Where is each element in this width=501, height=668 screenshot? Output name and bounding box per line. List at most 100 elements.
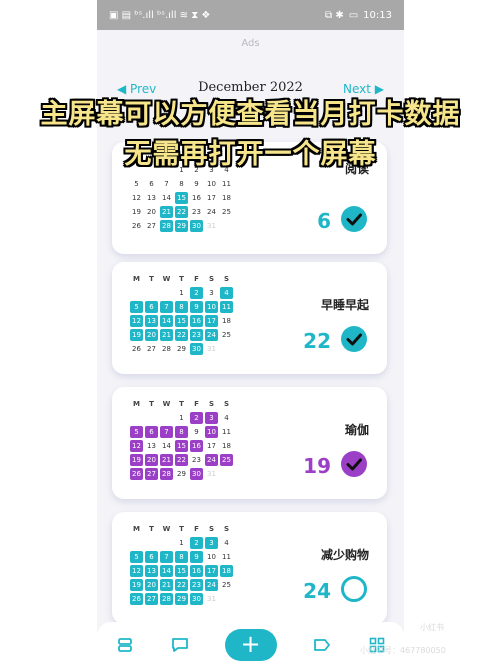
day-cell[interactable]: 24 [205, 579, 218, 591]
day-cell[interactable]: 25 [220, 454, 233, 466]
day-cell[interactable]: 14 [160, 315, 173, 327]
day-cell[interactable] [220, 343, 233, 355]
day-cell[interactable]: 6 [145, 551, 158, 563]
day-cell[interactable]: 19 [130, 579, 143, 591]
day-cell[interactable] [160, 412, 173, 424]
day-cell[interactable]: 20 [145, 206, 158, 218]
day-cell[interactable]: 23 [190, 329, 203, 341]
day-cell[interactable]: 18 [220, 192, 233, 204]
day-cell[interactable]: 7 [160, 178, 173, 190]
day-cell[interactable]: 28 [160, 220, 173, 232]
check-done-icon[interactable] [341, 451, 367, 477]
day-cell[interactable]: 31 [205, 343, 218, 355]
day-cell[interactable]: 2 [190, 287, 203, 299]
day-cell[interactable]: 10 [205, 301, 218, 313]
day-cell[interactable]: 15 [175, 565, 188, 577]
day-cell[interactable]: 12 [130, 565, 143, 577]
day-cell[interactable]: 21 [160, 329, 173, 341]
day-cell[interactable]: 8 [175, 178, 188, 190]
habits-list-icon[interactable] [115, 635, 135, 655]
day-cell[interactable] [220, 593, 233, 605]
day-cell[interactable]: 2 [190, 537, 203, 549]
day-cell[interactable]: 11 [220, 551, 233, 563]
day-cell[interactable]: 8 [175, 426, 188, 438]
day-cell[interactable]: 18 [220, 440, 233, 452]
day-cell[interactable]: 29 [175, 220, 188, 232]
day-cell[interactable]: 17 [205, 440, 218, 452]
day-cell[interactable] [160, 287, 173, 299]
day-cell[interactable]: 9 [190, 551, 203, 563]
day-cell[interactable]: 10 [205, 551, 218, 563]
day-cell[interactable] [220, 468, 233, 480]
day-cell[interactable]: 18 [220, 565, 233, 577]
habit-card[interactable]: M T W T F S S 1 2 3 4 5 6 7 8 9 10 11 12 13 14 15 16 17 18 19 20 21… [112, 512, 387, 624]
day-cell[interactable]: 28 [160, 343, 173, 355]
check-done-icon[interactable] [341, 206, 367, 232]
day-cell[interactable]: 4 [220, 412, 233, 424]
day-cell[interactable]: 23 [190, 206, 203, 218]
day-cell[interactable]: 14 [160, 565, 173, 577]
day-cell[interactable]: 2 [190, 412, 203, 424]
day-cell[interactable]: 19 [130, 206, 143, 218]
day-cell[interactable]: 24 [205, 206, 218, 218]
day-cell[interactable]: 16 [190, 565, 203, 577]
day-cell[interactable]: 11 [220, 178, 233, 190]
day-cell[interactable] [145, 537, 158, 549]
day-cell[interactable] [145, 287, 158, 299]
day-cell[interactable]: 19 [130, 329, 143, 341]
day-cell[interactable]: 26 [130, 468, 143, 480]
day-cell[interactable]: 5 [130, 426, 143, 438]
day-cell[interactable]: 23 [190, 579, 203, 591]
check-empty-icon[interactable] [341, 576, 367, 602]
day-cell[interactable]: 26 [130, 220, 143, 232]
day-cell[interactable]: 1 [175, 287, 188, 299]
day-cell[interactable]: 22 [175, 206, 188, 218]
day-cell[interactable]: 28 [160, 593, 173, 605]
day-cell[interactable]: 10 [205, 426, 218, 438]
day-cell[interactable]: 11 [220, 426, 233, 438]
notes-icon[interactable] [170, 635, 190, 655]
day-cell[interactable]: 27 [145, 343, 158, 355]
day-cell[interactable]: 17 [205, 315, 218, 327]
day-cell[interactable]: 20 [145, 579, 158, 591]
day-cell[interactable]: 12 [130, 440, 143, 452]
day-cell[interactable]: 10 [205, 178, 218, 190]
day-cell[interactable]: 17 [205, 565, 218, 577]
habit-card[interactable]: M T W T F S S 1 2 3 4 5 6 7 8 9 10 11 12 13 14 15 16 17 18 19 20 21… [112, 262, 387, 374]
day-cell[interactable] [130, 537, 143, 549]
day-cell[interactable]: 31 [205, 468, 218, 480]
day-cell[interactable]: 22 [175, 329, 188, 341]
day-cell[interactable]: 13 [145, 315, 158, 327]
day-cell[interactable]: 1 [175, 537, 188, 549]
check-done-icon[interactable] [341, 326, 367, 352]
day-cell[interactable]: 31 [205, 593, 218, 605]
day-cell[interactable] [160, 537, 173, 549]
day-cell[interactable]: 8 [175, 301, 188, 313]
day-cell[interactable]: 25 [220, 206, 233, 218]
day-cell[interactable]: 5 [130, 551, 143, 563]
day-cell[interactable]: 29 [175, 468, 188, 480]
day-cell[interactable]: 30 [190, 220, 203, 232]
day-cell[interactable]: 21 [160, 454, 173, 466]
day-cell[interactable]: 24 [205, 329, 218, 341]
day-cell[interactable]: 7 [160, 551, 173, 563]
day-cell[interactable]: 29 [175, 343, 188, 355]
day-cell[interactable]: 14 [160, 192, 173, 204]
day-cell[interactable]: 19 [130, 454, 143, 466]
day-cell[interactable]: 16 [190, 440, 203, 452]
day-cell[interactable]: 13 [145, 192, 158, 204]
day-cell[interactable]: 31 [205, 220, 218, 232]
day-cell[interactable]: 1 [175, 412, 188, 424]
day-cell[interactable]: 29 [175, 593, 188, 605]
day-cell[interactable]: 26 [130, 343, 143, 355]
day-cell[interactable]: 28 [160, 468, 173, 480]
day-cell[interactable]: 5 [130, 301, 143, 313]
day-cell[interactable]: 7 [160, 301, 173, 313]
day-cell[interactable]: 25 [220, 579, 233, 591]
day-cell[interactable]: 6 [145, 301, 158, 313]
day-cell[interactable]: 22 [175, 454, 188, 466]
day-cell[interactable]: 25 [220, 329, 233, 341]
day-cell[interactable]: 9 [190, 301, 203, 313]
day-cell[interactable]: 30 [190, 468, 203, 480]
day-cell[interactable]: 3 [205, 537, 218, 549]
